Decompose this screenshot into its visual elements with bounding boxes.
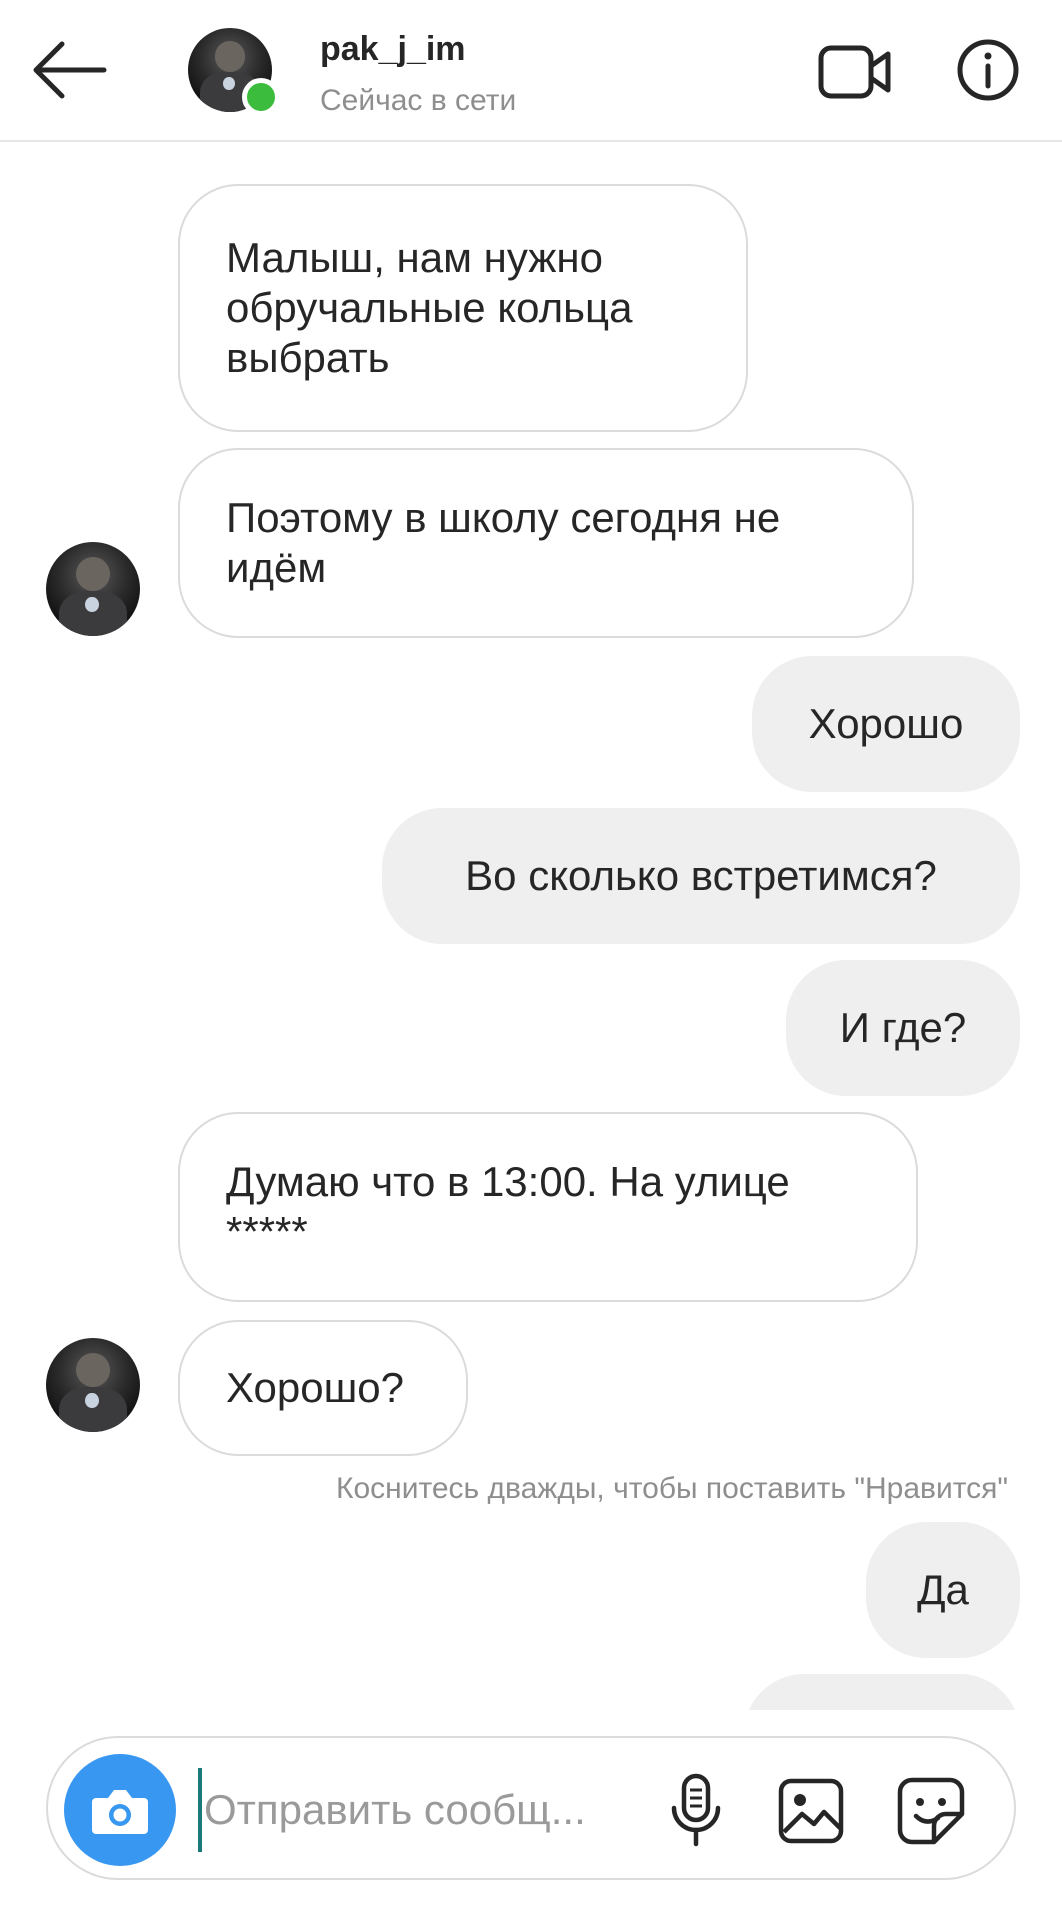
incoming-message[interactable]: Малыш, нам нужно обручальные кольца выбр… (178, 184, 748, 432)
message-line: И где? (839, 1004, 967, 1051)
info-icon[interactable] (956, 38, 1020, 102)
message-line: Да (917, 1566, 969, 1613)
message-line: Хорошо (808, 700, 964, 747)
message-line: выбрать (226, 334, 390, 381)
chat-username[interactable]: pak_j_im (320, 30, 466, 69)
message-line: Хорошо? (226, 1364, 405, 1411)
microphone-icon[interactable] (666, 1772, 726, 1850)
incoming-message[interactable]: Поэтому в школу сегодня не идём (178, 448, 914, 638)
sender-avatar[interactable] (46, 542, 140, 636)
message-thread[interactable]: Малыш, нам нужно обручальные кольца выбр… (0, 142, 1062, 1710)
message-line: идём (226, 544, 327, 591)
incoming-message[interactable]: Думаю что в 13:00. На улице ***** (178, 1112, 918, 1302)
message-line: Во сколько встретимся? (465, 852, 937, 899)
message-line: ***** (226, 1208, 308, 1255)
message-line: Думаю что в 13:00. На улице (226, 1158, 790, 1205)
sticker-icon[interactable] (896, 1776, 966, 1846)
incoming-message[interactable]: Хорошо? (178, 1320, 468, 1456)
message-line: обручальные кольца (226, 284, 633, 331)
outgoing-message[interactable]: И где? (786, 960, 1020, 1096)
arrow-left-icon[interactable] (30, 38, 110, 102)
camera-icon[interactable] (64, 1754, 176, 1866)
message-input[interactable] (198, 1768, 668, 1852)
outgoing-message[interactable]: Во сколько встретимся? (382, 808, 1020, 944)
double-tap-like-hint: Коснитесь дважды, чтобы поставить "Нрави… (335, 1472, 1008, 1505)
profile-avatar[interactable] (188, 28, 280, 116)
online-status: Сейчас в сети (320, 84, 517, 117)
sender-avatar[interactable] (46, 1338, 140, 1432)
online-indicator (242, 78, 280, 116)
message-line: Поэтому в школу сегодня не (226, 494, 781, 541)
message-line: Малыш, нам нужно (226, 234, 603, 281)
outgoing-message[interactable]: Да (866, 1522, 1020, 1658)
chat-header: pak_j_im Сейчас в сети (0, 0, 1062, 142)
outgoing-message[interactable]: Хорошо (752, 656, 1020, 792)
video-camera-icon[interactable] (818, 42, 892, 102)
outgoing-message-partial[interactable] (744, 1674, 1020, 1710)
message-composer (46, 1736, 1016, 1880)
image-icon[interactable] (778, 1778, 844, 1844)
